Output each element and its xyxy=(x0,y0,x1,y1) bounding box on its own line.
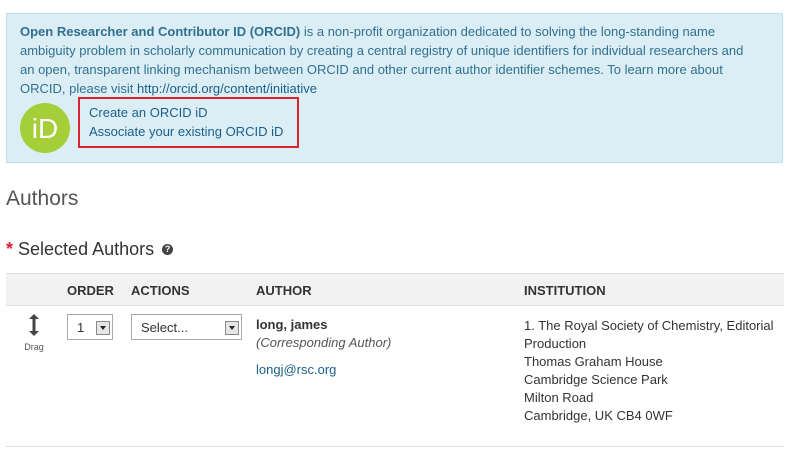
orcid-initiative-link[interactable]: http://orcid.org/content/initiative xyxy=(137,81,317,96)
institution-line: Cambridge, UK CB4 0WF xyxy=(524,408,673,423)
drag-label: Drag xyxy=(24,342,44,352)
institution-line: Thomas Graham House xyxy=(524,354,663,369)
orcid-logo-graphic: iD xyxy=(32,113,58,144)
author-role: (Corresponding Author) xyxy=(256,335,392,350)
author-name: long, james xyxy=(256,317,328,332)
order-select[interactable]: 1 xyxy=(67,314,113,340)
question-circle-icon[interactable]: ? xyxy=(162,243,174,255)
column-header-author: AUTHOR xyxy=(256,283,312,298)
selected-authors-label: Selected Authors xyxy=(18,239,155,259)
actions-select-value: Select... xyxy=(141,320,188,335)
create-orcid-link[interactable]: Create an ORCID iD xyxy=(89,105,207,120)
column-header-order: ORDER xyxy=(67,283,114,298)
order-select-value: 1 xyxy=(77,320,85,335)
orcid-logo-icon: iD xyxy=(20,103,70,153)
orcid-intro-bold: Open Researcher and Contributor ID (ORCI… xyxy=(20,24,301,39)
author-institution: 1. The Royal Society of Chemistry, Edito… xyxy=(524,317,786,425)
associate-orcid-link[interactable]: Associate your existing ORCID iD xyxy=(89,124,283,139)
orcid-description: Open Researcher and Contributor ID (ORCI… xyxy=(20,22,760,98)
chevron-down-icon xyxy=(225,321,239,335)
orcid-links-highlight: Create an ORCID iD Associate your existi… xyxy=(78,97,299,148)
institution-line: Cambridge Science Park xyxy=(524,372,668,387)
authors-heading: Authors xyxy=(6,187,79,210)
actions-select[interactable]: Select... xyxy=(131,314,242,340)
required-marker: * xyxy=(6,239,14,259)
drag-arrows-icon xyxy=(29,314,39,336)
column-header-actions: ACTIONS xyxy=(131,283,190,298)
author-email-link[interactable]: longj@rsc.org xyxy=(256,362,336,377)
orcid-logo-text: iD xyxy=(32,113,58,144)
institution-line: 1. The Royal Society of Chemistry, Edito… xyxy=(524,318,774,351)
orcid-info-panel: Open Researcher and Contributor ID (ORCI… xyxy=(6,13,783,163)
chevron-down-icon xyxy=(96,321,110,335)
institution-line: Milton Road xyxy=(524,390,594,405)
authors-table-header: ORDER ACTIONS AUTHOR INSTITUTION xyxy=(6,273,784,306)
column-header-institution: INSTITUTION xyxy=(524,283,606,298)
selected-authors-heading: * Selected Authors ? xyxy=(6,239,174,260)
row-divider xyxy=(6,446,784,447)
drag-handle[interactable]: Drag xyxy=(22,314,46,352)
